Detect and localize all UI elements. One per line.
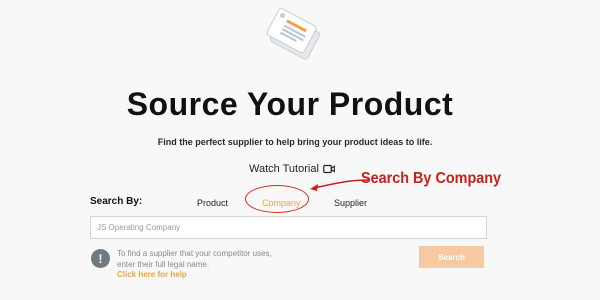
search-button[interactable]: Search [419, 246, 484, 268]
price-tags-illustration [266, 8, 321, 60]
info-icon: ! [91, 249, 110, 268]
annotation-circle [245, 185, 309, 213]
search-input[interactable] [90, 216, 487, 239]
video-camera-icon [323, 164, 335, 174]
help-text-line-1: To find a supplier that your competitor … [117, 249, 272, 258]
page-title: Source Your Product [126, 86, 454, 122]
help-link[interactable]: Click here for help [117, 270, 187, 279]
help-text-line-2: enter their full legal name. [117, 260, 210, 269]
annotation-text: Search By Company [361, 170, 502, 187]
page-subtitle: Find the perfect supplier to help bring … [157, 137, 433, 147]
tab-supplier[interactable]: Supplier [334, 198, 367, 208]
watch-tutorial-link[interactable]: Watch Tutorial [249, 163, 335, 175]
help-text: To find a supplier that your competitor … [117, 248, 317, 270]
watch-tutorial-label: Watch Tutorial [249, 163, 319, 175]
tab-product[interactable]: Product [197, 198, 228, 208]
search-by-label: Search By: [90, 196, 143, 207]
